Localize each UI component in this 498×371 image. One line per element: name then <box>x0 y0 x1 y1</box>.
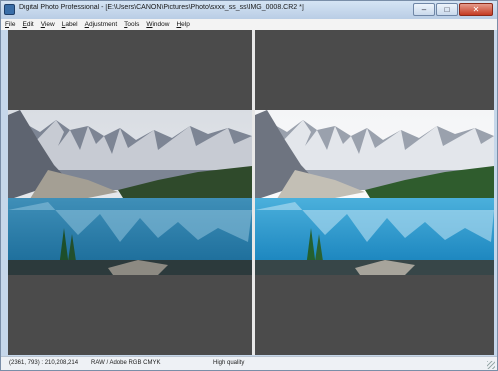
menu-tools[interactable]: Tools <box>124 21 139 28</box>
menu-view[interactable]: View <box>41 21 55 28</box>
before-pane[interactable] <box>8 30 252 355</box>
color-space-info: RAW / Adobe RGB CMYK <box>91 360 161 366</box>
display-quality: High quality <box>213 360 245 366</box>
maximize-button[interactable]: □ <box>436 3 458 16</box>
app-window: Digital Photo Professional - [E:\Users\C… <box>0 0 498 371</box>
window-controls: – □ ✕ <box>413 3 493 16</box>
close-button[interactable]: ✕ <box>459 3 493 16</box>
after-pane[interactable] <box>255 30 494 355</box>
menu-file[interactable]: File <box>5 21 16 28</box>
after-image <box>255 110 494 275</box>
window-title: Digital Photo Professional - [E:\Users\C… <box>19 4 304 11</box>
menu-edit[interactable]: Edit <box>23 21 34 28</box>
comparison-viewer <box>8 30 494 355</box>
app-icon <box>4 4 15 15</box>
menu-help[interactable]: Help <box>176 21 189 28</box>
before-image <box>8 110 252 275</box>
status-bar: (2361, 793) : 210,208,214 RAW / Adobe RG… <box>1 356 497 370</box>
menu-bar: File Edit View Label Adjustment Tools Wi… <box>1 19 497 30</box>
menu-label[interactable]: Label <box>62 21 78 28</box>
menu-adjustment[interactable]: Adjustment <box>85 21 118 28</box>
resize-grip-icon[interactable] <box>487 361 495 369</box>
menu-window[interactable]: Window <box>146 21 169 28</box>
pixel-info: (2361, 793) : 210,208,214 <box>9 360 79 366</box>
title-bar[interactable]: Digital Photo Professional - [E:\Users\C… <box>1 1 497 19</box>
minimize-button[interactable]: – <box>413 3 435 16</box>
